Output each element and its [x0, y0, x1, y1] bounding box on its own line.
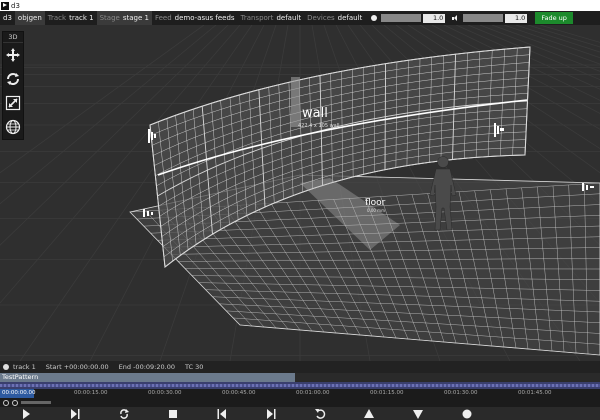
- stop-icon: [169, 410, 177, 418]
- zoom-slider[interactable]: [21, 401, 51, 404]
- zoom-in-icon[interactable]: [12, 399, 18, 406]
- globe-icon: [5, 119, 21, 135]
- stage-scene: wall 422.4 x 105 wall floor 0.00 mm: [0, 25, 600, 361]
- floor-size-label: 0.00 mm: [367, 208, 385, 213]
- view-mode-toggle[interactable]: 3D: [3, 32, 23, 43]
- loop-icon: [120, 409, 129, 419]
- timeline-end: End -00:09:20.00: [118, 363, 175, 371]
- down-icon: [413, 410, 423, 419]
- ruler-tick: 00:01:15.00: [370, 390, 404, 396]
- return-button[interactable]: [312, 408, 328, 420]
- ruler-tick: 00:00:45.00: [222, 390, 256, 396]
- ruler-tick: 00:01:45.00: [518, 390, 552, 396]
- current-time: 00:00:00.00: [0, 389, 36, 398]
- record-icon: [462, 409, 472, 419]
- ruler-tick: 00:00:30.00: [148, 390, 182, 396]
- down-button[interactable]: [410, 408, 426, 420]
- play-icon: [23, 409, 30, 419]
- wall-test-bar: [291, 77, 300, 127]
- timeline-track-name[interactable]: track 1: [13, 363, 36, 371]
- next-section-button[interactable]: [263, 408, 279, 420]
- speaker-icon: [452, 14, 460, 22]
- loop-button[interactable]: [116, 408, 132, 420]
- timeline-tc: TC 30: [184, 363, 204, 371]
- window-titlebar: d3: [0, 0, 600, 11]
- time-ruler[interactable]: 00:00:00.00 00:00:15.00 00:00:30.00 00:00:…: [0, 389, 600, 398]
- prev-section-icon: [217, 409, 226, 419]
- audio-waveform[interactable]: [0, 382, 600, 389]
- app-icon: [1, 1, 9, 10]
- track-record-icon[interactable]: [3, 364, 9, 370]
- window-title: d3: [11, 1, 20, 10]
- volume-value[interactable]: 1.0: [505, 13, 528, 23]
- next-section-icon: [267, 409, 276, 419]
- play-button[interactable]: [18, 408, 34, 420]
- zoom-out-icon[interactable]: [3, 399, 9, 406]
- move-tool[interactable]: [3, 43, 23, 67]
- volume-slider[interactable]: [463, 14, 504, 22]
- ruler-tick: 00:01:00.00: [296, 390, 330, 396]
- layer-row: TestPattern: [0, 373, 600, 382]
- volume-slider-fill: [463, 14, 504, 22]
- track-selector[interactable]: Track track 1: [45, 11, 97, 25]
- rotate-icon: [7, 73, 19, 85]
- project-menu[interactable]: objgen: [14, 11, 45, 25]
- top-toolbar: d3 objgen Track track 1 Stage stage 1 Feed…: [0, 11, 600, 25]
- devices-selector[interactable]: Devices default: [304, 11, 365, 25]
- up-icon: [364, 409, 374, 418]
- play-to-end-button[interactable]: [67, 408, 83, 420]
- record-button[interactable]: [459, 408, 475, 420]
- transport-selector[interactable]: Transport default: [238, 11, 305, 25]
- ruler-tick: 00:01:30.00: [444, 390, 478, 396]
- world-tool[interactable]: [3, 115, 23, 139]
- move-icon: [6, 48, 20, 62]
- tool-palette: 3D: [2, 31, 24, 140]
- sun-icon: [371, 15, 378, 21]
- fade-up-button[interactable]: Fade up: [535, 12, 573, 24]
- stop-button[interactable]: [165, 408, 181, 420]
- app-menu[interactable]: d3: [0, 11, 15, 25]
- timeline-zoom: [0, 398, 600, 407]
- wall-size-label: 422.4 x 105 wall: [298, 123, 340, 129]
- wall-grid-line: [506, 154, 526, 157]
- feed-selector[interactable]: Feed demo-asus feeds: [152, 11, 238, 25]
- stage-selector[interactable]: Stage stage 1: [96, 11, 152, 25]
- scale-tool[interactable]: [3, 91, 23, 115]
- layer-testpattern[interactable]: TestPattern: [0, 373, 295, 382]
- return-icon: [315, 409, 326, 419]
- scale-icon: [5, 95, 21, 111]
- transport-controls: [0, 407, 600, 420]
- brightness-slider-fill: [381, 14, 422, 22]
- up-button[interactable]: [361, 408, 377, 420]
- brightness-slider[interactable]: [381, 14, 422, 22]
- ruler-tick: 00:00:15.00: [74, 390, 108, 396]
- floor-label: floor: [365, 198, 386, 208]
- brightness-value[interactable]: 1.0: [423, 13, 446, 23]
- rotate-tool[interactable]: [3, 67, 23, 91]
- play-to-end-icon: [71, 409, 80, 419]
- timeline-track-header: track 1 Start +00:00:00.00 End -00:09:20…: [0, 361, 600, 373]
- stage-viewport[interactable]: wall 422.4 x 105 wall floor 0.00 mm: [0, 25, 600, 361]
- wall-label: wall: [302, 106, 328, 121]
- timeline-start: Start +00:00:00.00: [45, 363, 109, 371]
- prev-section-button[interactable]: [214, 408, 230, 420]
